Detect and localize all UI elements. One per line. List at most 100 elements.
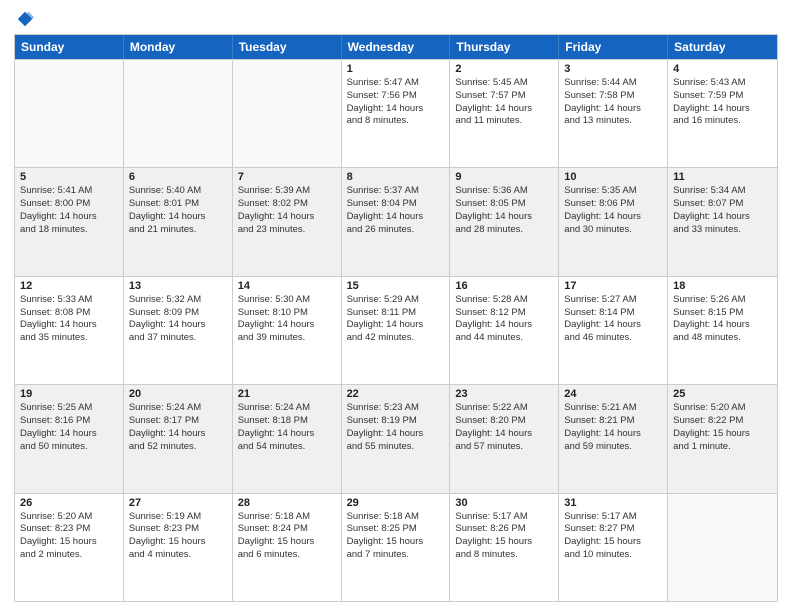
day-number: 3: [564, 63, 662, 75]
calendar-week-row: 12 Sunrise: 5:33 AM Sunset: 8:08 PM Dayli…: [15, 276, 777, 384]
calendar-cell-day: 19Sunrise: 5:25 AM Sunset: 8:16 PM Dayli…: [15, 385, 124, 492]
calendar-cell-day: 20 Sunrise: 5:24 AM Sunset: 8:17 PM Dayli…: [124, 385, 233, 492]
day-info: Sunrise: 5:20 AM Sunset: 8:22 PM Dayligh…: [673, 402, 772, 453]
day-info: Sunrise: 5:32 AM Sunset: 8:09 PM Dayligh…: [129, 294, 227, 345]
day-info: Sunrise: 5:21 AM Sunset: 8:21 PM Dayligh…: [564, 402, 662, 453]
day-info: Sunrise: 5:28 AM Sunset: 8:12 PM Dayligh…: [455, 294, 553, 345]
day-number: 14: [238, 280, 336, 292]
calendar-cell-day: 8Sunrise: 5:37 AM Sunset: 8:04 PM Daylig…: [342, 168, 451, 275]
day-number: 13: [129, 280, 227, 292]
calendar-cell-day: 26 Sunrise: 5:20 AM Sunset: 8:23 PM Dayli…: [15, 494, 124, 601]
day-number: 7: [238, 171, 336, 183]
calendar-cell-day: 10 Sunrise: 5:35 AM Sunset: 8:06 PM Dayli…: [559, 168, 668, 275]
day-number: 6: [129, 171, 227, 183]
calendar-cell-day: 3 Sunrise: 5:44 AM Sunset: 7:58 PM Daylig…: [559, 60, 668, 167]
day-info: Sunrise: 5:39 AM Sunset: 8:02 PM Dayligh…: [238, 185, 336, 236]
day-number: 10: [564, 171, 662, 183]
calendar-cell-day: 23Sunrise: 5:22 AM Sunset: 8:20 PM Dayli…: [450, 385, 559, 492]
day-info: Sunrise: 5:44 AM Sunset: 7:58 PM Dayligh…: [564, 77, 662, 128]
day-info: Sunrise: 5:36 AM Sunset: 8:05 PM Dayligh…: [455, 185, 553, 236]
logo-icon: [16, 10, 34, 28]
calendar-cell-day: 11Sunrise: 5:34 AM Sunset: 8:07 PM Dayli…: [668, 168, 777, 275]
day-info: Sunrise: 5:30 AM Sunset: 8:10 PM Dayligh…: [238, 294, 336, 345]
day-info: Sunrise: 5:24 AM Sunset: 8:17 PM Dayligh…: [129, 402, 227, 453]
day-number: 21: [238, 388, 336, 400]
calendar-cell-day: 9 Sunrise: 5:36 AM Sunset: 8:05 PM Daylig…: [450, 168, 559, 275]
day-info: Sunrise: 5:43 AM Sunset: 7:59 PM Dayligh…: [673, 77, 772, 128]
day-number: 30: [455, 497, 553, 509]
day-info: Sunrise: 5:24 AM Sunset: 8:18 PM Dayligh…: [238, 402, 336, 453]
calendar-cell-day: 21 Sunrise: 5:24 AM Sunset: 8:18 PM Dayli…: [233, 385, 342, 492]
day-number: 2: [455, 63, 553, 75]
logo-text: [14, 10, 34, 28]
calendar-cell-day: 27Sunrise: 5:19 AM Sunset: 8:23 PM Dayli…: [124, 494, 233, 601]
calendar-header-row: SundayMondayTuesdayWednesdayThursdayFrid…: [15, 35, 777, 59]
calendar-cell-day: 24Sunrise: 5:21 AM Sunset: 8:21 PM Dayli…: [559, 385, 668, 492]
page: SundayMondayTuesdayWednesdayThursdayFrid…: [0, 0, 792, 612]
calendar-header-cell: Saturday: [668, 35, 777, 59]
day-info: Sunrise: 5:17 AM Sunset: 8:26 PM Dayligh…: [455, 511, 553, 562]
calendar-header-cell: Monday: [124, 35, 233, 59]
calendar-cell-day: 13 Sunrise: 5:32 AM Sunset: 8:09 PM Dayli…: [124, 277, 233, 384]
day-info: Sunrise: 5:34 AM Sunset: 8:07 PM Dayligh…: [673, 185, 772, 236]
day-number: 22: [347, 388, 445, 400]
day-info: Sunrise: 5:19 AM Sunset: 8:23 PM Dayligh…: [129, 511, 227, 562]
calendar-cell-day: 29 Sunrise: 5:18 AM Sunset: 8:25 PM Dayli…: [342, 494, 451, 601]
day-number: 4: [673, 63, 772, 75]
calendar-header-cell: Sunday: [15, 35, 124, 59]
calendar-cell-day: 28 Sunrise: 5:18 AM Sunset: 8:24 PM Dayli…: [233, 494, 342, 601]
header: [14, 10, 778, 28]
day-number: 12: [20, 280, 118, 292]
day-info: Sunrise: 5:25 AM Sunset: 8:16 PM Dayligh…: [20, 402, 118, 453]
calendar-cell-day: 5Sunrise: 5:41 AM Sunset: 8:00 PM Daylig…: [15, 168, 124, 275]
calendar-week-row: 19Sunrise: 5:25 AM Sunset: 8:16 PM Dayli…: [15, 384, 777, 492]
day-number: 9: [455, 171, 553, 183]
calendar-week-row: 5Sunrise: 5:41 AM Sunset: 8:00 PM Daylig…: [15, 167, 777, 275]
day-number: 16: [455, 280, 553, 292]
day-info: Sunrise: 5:27 AM Sunset: 8:14 PM Dayligh…: [564, 294, 662, 345]
day-number: 18: [673, 280, 772, 292]
day-info: Sunrise: 5:26 AM Sunset: 8:15 PM Dayligh…: [673, 294, 772, 345]
day-number: 15: [347, 280, 445, 292]
day-info: Sunrise: 5:45 AM Sunset: 7:57 PM Dayligh…: [455, 77, 553, 128]
calendar-cell-day: 4 Sunrise: 5:43 AM Sunset: 7:59 PM Daylig…: [668, 60, 777, 167]
logo: [14, 10, 34, 28]
calendar-cell-day: 31Sunrise: 5:17 AM Sunset: 8:27 PM Dayli…: [559, 494, 668, 601]
day-info: Sunrise: 5:40 AM Sunset: 8:01 PM Dayligh…: [129, 185, 227, 236]
day-info: Sunrise: 5:18 AM Sunset: 8:25 PM Dayligh…: [347, 511, 445, 562]
calendar-cell-day: 16 Sunrise: 5:28 AM Sunset: 8:12 PM Dayli…: [450, 277, 559, 384]
day-number: 26: [20, 497, 118, 509]
day-info: Sunrise: 5:35 AM Sunset: 8:06 PM Dayligh…: [564, 185, 662, 236]
day-info: Sunrise: 5:29 AM Sunset: 8:11 PM Dayligh…: [347, 294, 445, 345]
calendar-header-cell: Tuesday: [233, 35, 342, 59]
day-info: Sunrise: 5:23 AM Sunset: 8:19 PM Dayligh…: [347, 402, 445, 453]
calendar-cell-day: 7 Sunrise: 5:39 AM Sunset: 8:02 PM Daylig…: [233, 168, 342, 275]
calendar-cell-empty: [668, 494, 777, 601]
day-number: 29: [347, 497, 445, 509]
calendar-cell-day: 25 Sunrise: 5:20 AM Sunset: 8:22 PM Dayli…: [668, 385, 777, 492]
calendar-cell-day: 1 Sunrise: 5:47 AM Sunset: 7:56 PM Daylig…: [342, 60, 451, 167]
calendar-cell-empty: [124, 60, 233, 167]
day-number: 1: [347, 63, 445, 75]
calendar-cell-day: 15 Sunrise: 5:29 AM Sunset: 8:11 PM Dayli…: [342, 277, 451, 384]
day-info: Sunrise: 5:33 AM Sunset: 8:08 PM Dayligh…: [20, 294, 118, 345]
calendar-cell-day: 6 Sunrise: 5:40 AM Sunset: 8:01 PM Daylig…: [124, 168, 233, 275]
day-number: 25: [673, 388, 772, 400]
day-number: 5: [20, 171, 118, 183]
day-number: 17: [564, 280, 662, 292]
day-number: 20: [129, 388, 227, 400]
day-info: Sunrise: 5:47 AM Sunset: 7:56 PM Dayligh…: [347, 77, 445, 128]
calendar-cell-day: 14 Sunrise: 5:30 AM Sunset: 8:10 PM Dayli…: [233, 277, 342, 384]
calendar-header-cell: Wednesday: [342, 35, 451, 59]
day-number: 23: [455, 388, 553, 400]
day-info: Sunrise: 5:18 AM Sunset: 8:24 PM Dayligh…: [238, 511, 336, 562]
day-info: Sunrise: 5:20 AM Sunset: 8:23 PM Dayligh…: [20, 511, 118, 562]
day-number: 28: [238, 497, 336, 509]
calendar-week-row: 1 Sunrise: 5:47 AM Sunset: 7:56 PM Daylig…: [15, 59, 777, 167]
day-info: Sunrise: 5:17 AM Sunset: 8:27 PM Dayligh…: [564, 511, 662, 562]
calendar-cell-empty: [233, 60, 342, 167]
calendar-cell-day: 2 Sunrise: 5:45 AM Sunset: 7:57 PM Daylig…: [450, 60, 559, 167]
calendar-cell-empty: [15, 60, 124, 167]
calendar-cell-day: 12 Sunrise: 5:33 AM Sunset: 8:08 PM Dayli…: [15, 277, 124, 384]
calendar-header-cell: Friday: [559, 35, 668, 59]
